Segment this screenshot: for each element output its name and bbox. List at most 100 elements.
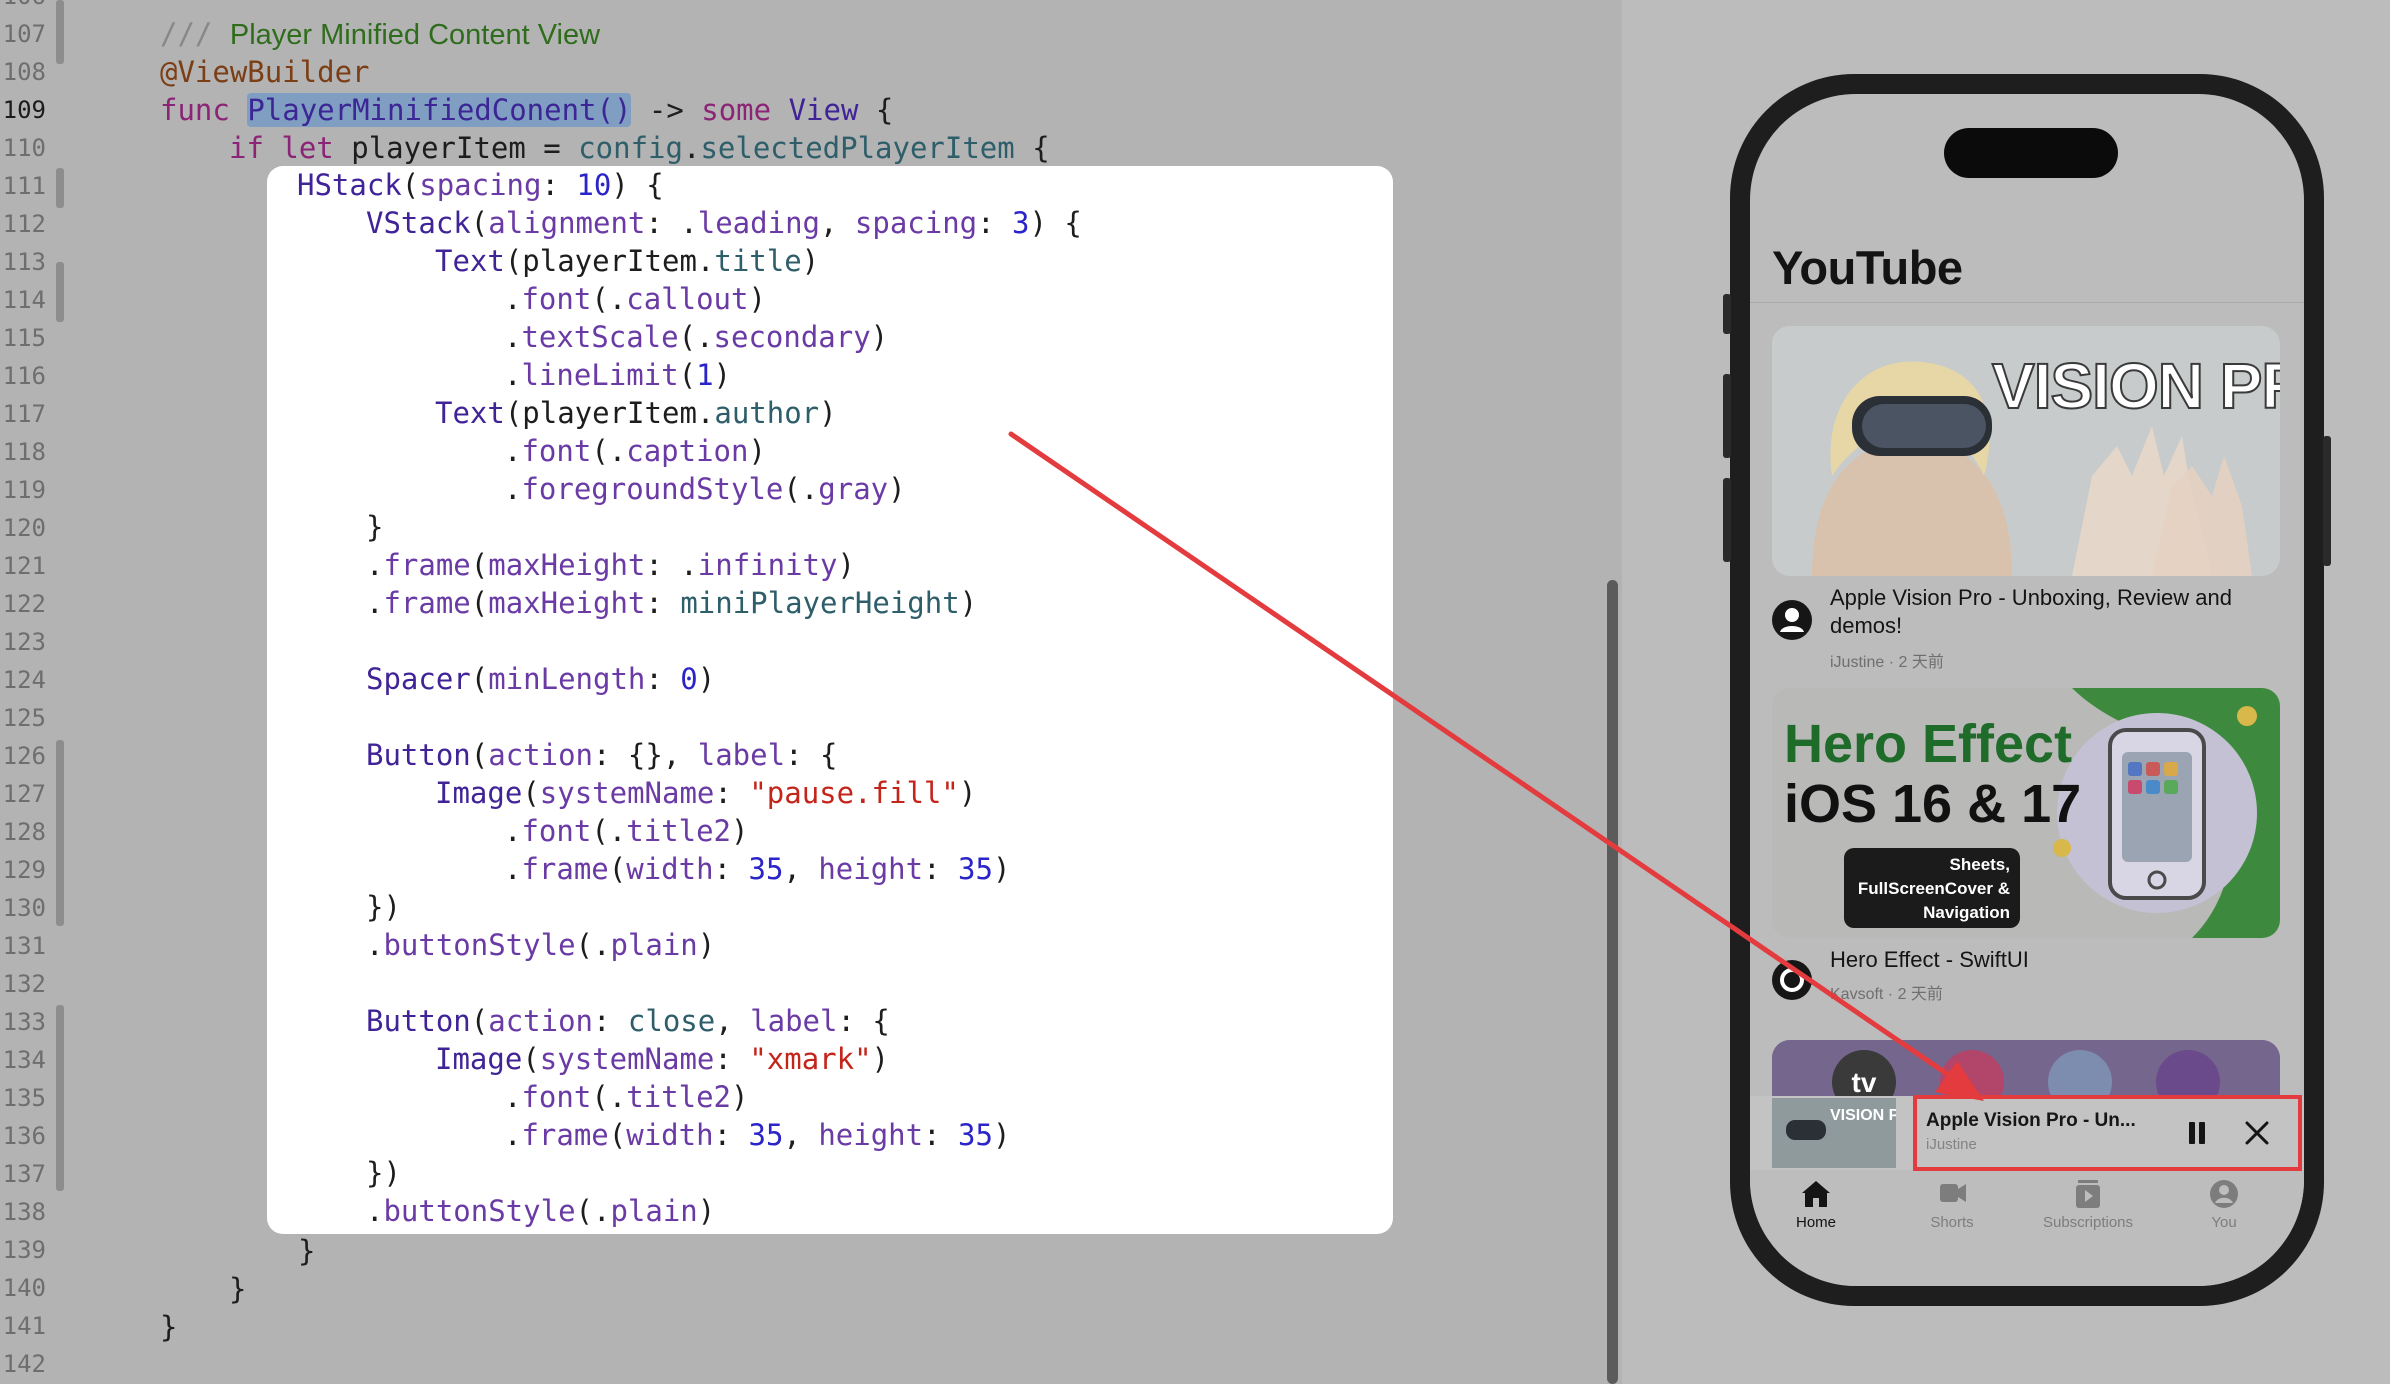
- code-line-119: .foregroundStyle(.gray): [504, 472, 906, 506]
- code-line-136: .frame(width: 35, height: 35): [504, 1118, 1011, 1152]
- mini-thumbnail-text: VISION PRO: [1830, 1107, 1896, 1124]
- line-number: 135: [2, 1084, 46, 1112]
- line-number: 131: [2, 932, 46, 960]
- line-number: 127: [2, 780, 46, 808]
- code-line-127: Image(systemName: "pause.fill"): [435, 776, 977, 810]
- channel-avatar[interactable]: [1772, 600, 1812, 640]
- highlighted-code-card: HStack(spacing: 10) { VStack(alignment: …: [267, 166, 1393, 1234]
- thumbnail-badge-line: FullScreenCover &: [1858, 879, 2010, 898]
- code-line-111: HStack(spacing: 10) {: [297, 168, 664, 202]
- code-line-124: Spacer(minLength: 0): [366, 662, 716, 696]
- line-number: 133: [2, 1008, 46, 1036]
- mini-player-thumbnail[interactable]: VISION PRO: [1772, 1098, 1896, 1168]
- code-line-120: }: [366, 510, 384, 544]
- code-line-131: .buttonStyle(.plain): [366, 928, 716, 962]
- code-line-109: func PlayerMinifiedConent() -> some View…: [160, 93, 894, 127]
- line-number: 119: [2, 476, 46, 504]
- code-line-121: .frame(maxHeight: .infinity): [366, 548, 855, 582]
- code-editor[interactable]: 106 107 108 109 110 111 112 113 114 115 116 117 118 1…: [0, 0, 1622, 1384]
- code-line-117: Text(playerItem.author): [435, 396, 837, 430]
- video-thumbnail[interactable]: VISION PRO: [1772, 326, 2280, 576]
- line-number: 124: [2, 666, 46, 694]
- line-number: 118: [2, 438, 46, 466]
- line-number: 137: [2, 1160, 46, 1188]
- volume-up-button: [1723, 374, 1731, 458]
- tab-bar: Home Shorts Subscriptions You: [1750, 1170, 2304, 1286]
- change-bar: [56, 0, 66, 1384]
- video-title[interactable]: Hero Effect - SwiftUI: [1830, 946, 2270, 974]
- line-number: 115: [2, 324, 46, 352]
- code-line-116: .lineLimit(1): [504, 358, 732, 392]
- video-title[interactable]: Apple Vision Pro - Unboxing, Review and …: [1830, 584, 2270, 640]
- tab-shorts[interactable]: Shorts: [1892, 1178, 2012, 1231]
- line-number: 128: [2, 818, 46, 846]
- code-line-118: .font(.caption): [504, 434, 766, 468]
- tab-label: You: [2211, 1214, 2237, 1231]
- tab-home[interactable]: Home: [1756, 1178, 1876, 1231]
- page-title: YouTube: [1772, 241, 1963, 294]
- selected-symbol[interactable]: PlayerMinifiedConent(): [247, 93, 632, 127]
- line-number: 140: [2, 1274, 46, 1302]
- tab-label: Shorts: [1930, 1214, 1974, 1231]
- line-number: 112: [2, 210, 46, 238]
- thumbnail-text: VISION PRO: [1992, 350, 2280, 422]
- thumbnail-badge-line: Navigation: [1923, 903, 2010, 922]
- code-line-122: .frame(maxHeight: miniPlayerHeight): [366, 586, 978, 620]
- line-number: 132: [2, 970, 46, 998]
- line-number: 125: [2, 704, 46, 732]
- line-number: 114: [2, 286, 46, 314]
- code-line-112: VStack(alignment: .leading, spacing: 3) …: [366, 206, 1082, 240]
- divider: [1750, 302, 2304, 303]
- shorts-icon: [1940, 1184, 1966, 1202]
- code-line-107: /// Player Minified Content View: [160, 17, 601, 51]
- tab-you[interactable]: You: [2164, 1178, 2284, 1231]
- code-line-138: .buttonStyle(.plain): [366, 1194, 716, 1228]
- line-number: 136: [2, 1122, 46, 1150]
- line-number: 138: [2, 1198, 46, 1226]
- line-number: 113: [2, 248, 46, 276]
- line-number: 122: [2, 590, 46, 618]
- action-button: [1723, 294, 1731, 334]
- code-line-135: .font(.title2): [504, 1080, 749, 1114]
- line-number: 116: [2, 362, 46, 390]
- line-number: 107: [2, 20, 46, 48]
- line-number: 130: [2, 894, 46, 922]
- canvas-preview: YouTube VISION PRO Apple Vision Pro - Un…: [1622, 0, 2390, 1384]
- code-line-137: }): [366, 1156, 401, 1190]
- code-line-139: }: [298, 1234, 316, 1268]
- code-line-134: Image(systemName: "xmark"): [435, 1042, 889, 1076]
- line-number: 134: [2, 1046, 46, 1074]
- line-number: 141: [2, 1312, 46, 1340]
- line-number: 108: [2, 58, 46, 86]
- line-number: 121: [2, 552, 46, 580]
- channel-avatar[interactable]: [1772, 960, 1812, 1000]
- code-line-110: if let playerItem = config.selectedPlaye…: [229, 131, 1050, 165]
- line-number: 123: [2, 628, 46, 656]
- code-line-115: .textScale(.secondary): [504, 320, 889, 354]
- line-number: 142: [2, 1350, 46, 1378]
- volume-down-button: [1723, 478, 1731, 562]
- tab-label: Subscriptions: [2042, 1214, 2134, 1231]
- line-number-gutter: 106 107 108 109 110 111 112 113 114 115 116 117 118 1…: [0, 0, 55, 1384]
- code-line-113: Text(playerItem.title): [435, 244, 820, 278]
- video-meta: iJustine · 2 天前: [1830, 654, 1944, 671]
- video-meta: Kavsoft · 2 天前: [1830, 986, 1943, 1003]
- code-line-128: .font(.title2): [504, 814, 749, 848]
- line-number: 109: [2, 96, 46, 124]
- video-thumbnail[interactable]: Hero Effect iOS 16 & 17 Sheets, FullScre…: [1772, 688, 2280, 938]
- line-number: 106: [0, 0, 46, 15]
- thumbnail-headline: Hero Effect: [1784, 714, 2072, 774]
- line-number: 120: [2, 514, 46, 542]
- code-line-129: .frame(width: 35, height: 35): [504, 852, 1011, 886]
- dynamic-island: [1944, 128, 2118, 178]
- line-number: 129: [2, 856, 46, 884]
- vertical-scrollbar[interactable]: [1607, 580, 1618, 1384]
- code-line-126: Button(action: {}, label: {: [366, 738, 838, 772]
- subscriptions-icon: [2076, 1180, 2100, 1208]
- code-line-140: }: [229, 1272, 247, 1306]
- tab-subscriptions[interactable]: Subscriptions: [2028, 1178, 2148, 1231]
- vision-pro-thumbnail-art: VISION PRO: [1772, 326, 2280, 576]
- line-number: 126: [2, 742, 46, 770]
- code-line-141: }: [160, 1310, 178, 1344]
- code-line-114: .font(.callout): [504, 282, 766, 316]
